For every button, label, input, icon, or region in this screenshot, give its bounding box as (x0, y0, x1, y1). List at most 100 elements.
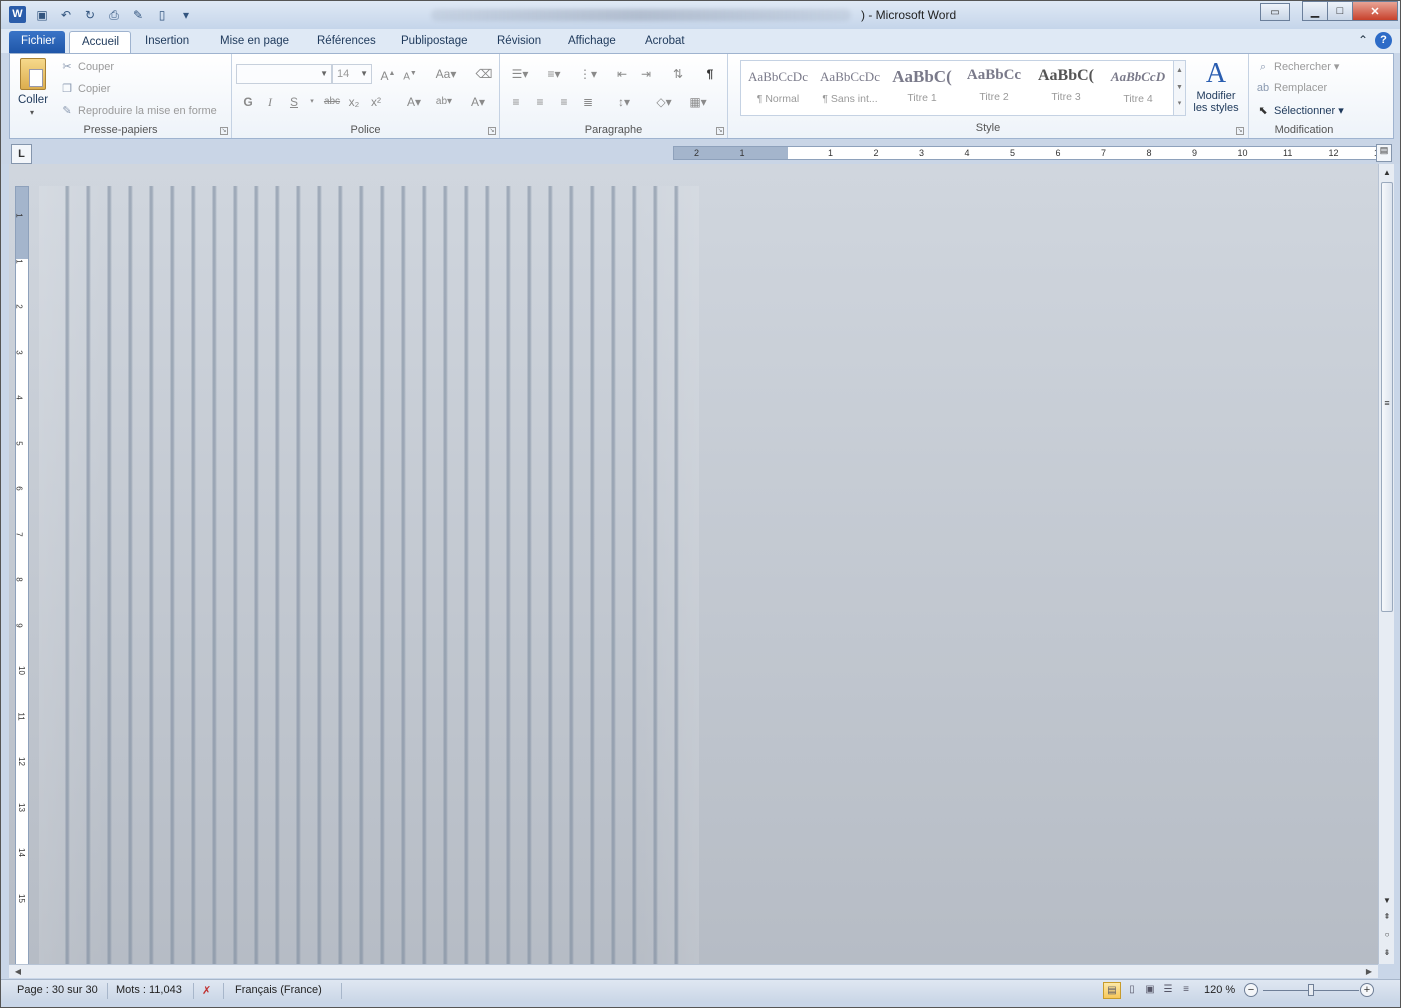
styles-launcher-icon[interactable]: ↘ (1236, 127, 1244, 135)
word-app-icon[interactable]: W (9, 6, 26, 23)
italic-button[interactable]: I (260, 92, 280, 112)
vertical-scrollbar[interactable]: ▲ ≡ ▼ ⇞ ○ ⇟ (1378, 164, 1394, 964)
clear-format-icon[interactable]: ⌫ (474, 64, 494, 84)
style-normal[interactable]: AaBbCcDc ¶ Normal (745, 63, 811, 113)
help-icon[interactable]: ? (1375, 32, 1392, 49)
scroll-left-icon[interactable]: ◀ (11, 965, 25, 978)
previous-page-icon[interactable]: ⇞ (1380, 910, 1394, 924)
minimize-icon[interactable]: ▁ (1302, 1, 1328, 21)
view-ruler-icon[interactable]: ▤ (1376, 144, 1392, 162)
style-heading-2[interactable]: AaBbCc Titre 2 (961, 63, 1027, 113)
find-button[interactable]: ⌕ Rechercher ▾ (1256, 60, 1340, 74)
tab-revision[interactable]: Révision (485, 31, 553, 53)
document-page-render[interactable] (51, 186, 681, 964)
replace-button[interactable]: ab Remplacer (1256, 82, 1327, 94)
zoom-out-button[interactable]: − (1244, 983, 1258, 997)
tab-selector[interactable]: L (11, 144, 32, 164)
tab-references[interactable]: Références (305, 31, 388, 53)
tab-acrobat[interactable]: Acrobat (633, 31, 697, 53)
browse-object-icon[interactable]: ○ (1380, 928, 1394, 942)
scroll-right-icon[interactable]: ▶ (1362, 965, 1376, 978)
scroll-up-icon[interactable]: ▲ (1380, 166, 1394, 180)
decrease-indent-icon[interactable]: ⇤ (612, 64, 632, 84)
justify-icon[interactable]: ≣ (578, 92, 598, 112)
customize-icon[interactable]: ▾ (177, 6, 195, 24)
superscript-button[interactable]: x² (366, 92, 386, 112)
tab-accueil[interactable]: Accueil (69, 31, 131, 53)
borders-icon[interactable]: ▦▾ (684, 92, 712, 112)
minimize-ribbon-icon[interactable]: ⌃ (1358, 33, 1368, 47)
style-heading-4[interactable]: AaBbCcD Titre 4 (1105, 63, 1171, 113)
next-page-icon[interactable]: ⇟ (1380, 946, 1394, 960)
style-heading-3[interactable]: AaBbC( Titre 3 (1033, 63, 1099, 113)
paste-button[interactable]: Coller (18, 94, 48, 106)
new-document-icon[interactable]: ▯ (153, 6, 171, 24)
proofing-icon[interactable]: ✗ (202, 984, 211, 997)
web-layout-icon[interactable]: ▣ (1141, 982, 1159, 999)
underline-dropdown-icon[interactable]: ▾ (302, 92, 322, 112)
draft-icon[interactable]: ≡ (1177, 982, 1195, 999)
paste-icon[interactable] (20, 58, 46, 90)
undo-icon[interactable]: ↶ (57, 6, 75, 24)
tab-mise-en-page[interactable]: Mise en page (208, 31, 301, 53)
align-right-icon[interactable]: ≡ (554, 92, 574, 112)
zoom-slider-thumb[interactable] (1308, 984, 1314, 996)
tab-publipostage[interactable]: Publipostage (389, 31, 480, 53)
print-layout-icon[interactable]: ▤ (1103, 982, 1121, 999)
tab-fichier[interactable]: Fichier (9, 31, 65, 53)
font-size-combo[interactable]: 14 ▼ (332, 64, 372, 84)
select-button[interactable]: ⬉ Sélectionner ▾ (1256, 104, 1343, 117)
page-count[interactable]: Page : 30 sur 30 (17, 984, 98, 996)
numbering-icon[interactable]: ≡▾ (540, 64, 568, 84)
paste-dropdown-icon[interactable]: ▾ (30, 108, 34, 117)
zoom-level[interactable]: 120 % (1204, 984, 1235, 996)
format-painter-icon[interactable]: ✎ (129, 6, 147, 24)
zoom-in-button[interactable]: + (1360, 983, 1374, 997)
shrink-font-icon[interactable]: A▼ (400, 64, 420, 84)
grow-font-icon[interactable]: A▲ (378, 64, 398, 84)
restore-ribbon-icon[interactable]: ▭ (1260, 3, 1290, 21)
tab-affichage[interactable]: Affichage (556, 31, 628, 53)
scroll-down-icon[interactable]: ▼ (1380, 894, 1394, 908)
horizontal-ruler[interactable]: 211234567891011121 (673, 146, 1379, 160)
show-formatting-button[interactable]: ¶ (700, 64, 720, 84)
line-spacing-icon[interactable]: ↕▾ (610, 92, 638, 112)
copy-button[interactable]: ❐ Copier (60, 82, 110, 95)
change-case-icon[interactable]: Aa▾ (432, 64, 460, 84)
format-painter-button[interactable]: ✎ Reproduire la mise en forme (60, 104, 216, 117)
cut-button[interactable]: ✂ Couper (60, 60, 114, 73)
tab-insertion[interactable]: Insertion (133, 31, 201, 53)
underline-button[interactable]: S (284, 92, 304, 112)
multilevel-list-icon[interactable]: ⋮▾ (574, 64, 602, 84)
vertical-ruler[interactable]: 1 1 2 3 4 5 6 7 8 9 10 11 12 13 14 15 (15, 186, 29, 964)
modify-styles-button[interactable]: A Modifier les styles (1184, 58, 1248, 114)
font-launcher-icon[interactable]: ↘ (488, 127, 496, 135)
save-icon[interactable]: ▣ (33, 6, 51, 24)
print-preview-icon[interactable]: ⎙ (105, 6, 123, 24)
document-area[interactable]: 1 1 2 3 4 5 6 7 8 9 10 11 12 13 14 15 (9, 164, 1378, 964)
style-heading-1[interactable]: AaBbC( Titre 1 (889, 63, 955, 113)
language[interactable]: Français (France) (235, 984, 322, 996)
align-center-icon[interactable]: ≡ (530, 92, 550, 112)
strikethrough-button[interactable]: abc (320, 92, 344, 112)
font-name-combo[interactable]: ▼ (236, 64, 332, 84)
bullets-icon[interactable]: ☰▾ (506, 64, 534, 84)
text-effects-icon[interactable]: A▾ (400, 92, 428, 112)
style-no-spacing[interactable]: AaBbCcDc ¶ Sans int... (817, 63, 883, 113)
subscript-button[interactable]: x₂ (344, 92, 364, 112)
maximize-icon[interactable]: □ (1327, 1, 1353, 21)
close-icon[interactable]: ✕ (1352, 1, 1398, 21)
word-count[interactable]: Mots : 11,043 (116, 984, 182, 996)
sort-icon[interactable]: ⇅ (668, 64, 688, 84)
clipboard-launcher-icon[interactable]: ↘ (220, 127, 228, 135)
horizontal-scrollbar[interactable]: ◀ ▶ (9, 964, 1378, 978)
font-color-icon[interactable]: A▾ (464, 92, 492, 112)
full-screen-reading-icon[interactable]: ▯ (1123, 982, 1141, 999)
outline-icon[interactable]: ☰ (1159, 982, 1177, 999)
align-left-icon[interactable]: ≡ (506, 92, 526, 112)
highlight-icon[interactable]: ab▾ (430, 92, 458, 112)
bold-button[interactable]: G (238, 92, 258, 112)
redo-icon[interactable]: ↻ (81, 6, 99, 24)
shading-icon[interactable]: ◇▾ (650, 92, 678, 112)
increase-indent-icon[interactable]: ⇥ (636, 64, 656, 84)
